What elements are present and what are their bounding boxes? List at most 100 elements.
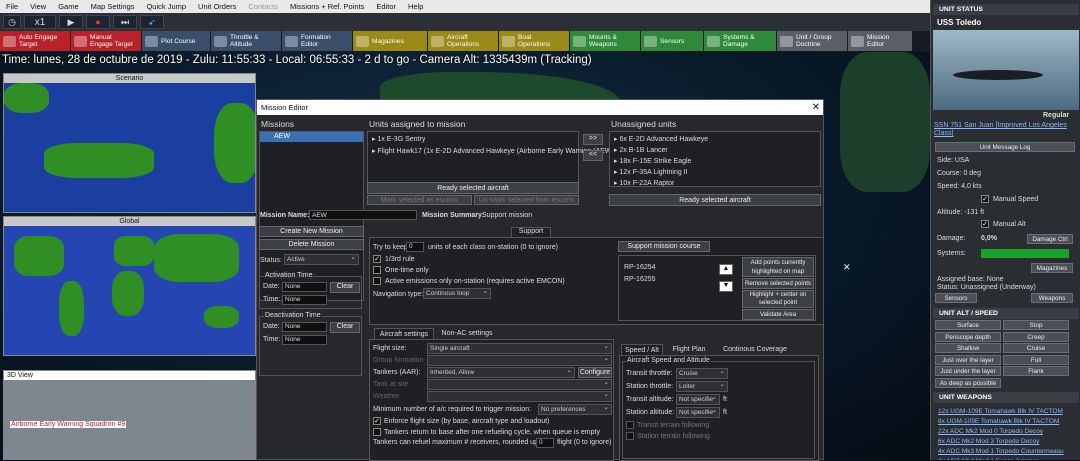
toolbar-button[interactable]: Aircraft Operations xyxy=(428,31,498,51)
status-dropdown[interactable]: Active xyxy=(284,254,359,265)
as-deep-button[interactable]: As deep as possible xyxy=(935,378,1001,388)
toolbar-button[interactable]: Manual Engage Target xyxy=(71,31,141,51)
message-log-button[interactable]: Unit Message Log xyxy=(935,142,1075,152)
menu-item[interactable]: Contacts xyxy=(242,2,284,11)
toolbar-button[interactable]: Throttle & Altitude xyxy=(211,31,281,51)
reference-point-marker[interactable]: ✕ xyxy=(843,262,851,273)
toolbar-button[interactable]: Unit / Group Doctrine xyxy=(777,31,847,51)
weapon-item[interactable]: 6x ADC Mk2 Mod 3 Torpedo Decoy xyxy=(938,438,1039,445)
weapons-button[interactable]: Weapons xyxy=(1031,293,1073,303)
altitude-preset-button[interactable]: Periscope depth xyxy=(935,331,1001,342)
speed-preset-button[interactable]: Stop xyxy=(1003,320,1069,330)
sensors-button[interactable]: Sensors xyxy=(935,293,977,303)
tab-flight-plan[interactable]: Flight Plan xyxy=(667,344,711,355)
unassigned-unit-item[interactable]: ▸ 10x F-22A Raptor xyxy=(614,179,674,187)
remove-points-button[interactable]: Remove selected points xyxy=(742,278,814,289)
close-icon[interactable]: ✕ xyxy=(812,100,820,115)
weapon-item[interactable]: 22x ADC Mk2 Mod 0 Torpedo Decoy xyxy=(938,428,1043,435)
clear-deactivation-button[interactable]: Clear xyxy=(330,322,360,333)
add-points-button[interactable]: Add points currently highlighted on map xyxy=(742,257,814,277)
menu-item[interactable]: Help xyxy=(402,2,429,11)
nav-type-dropdown[interactable]: Continous loop xyxy=(423,288,491,299)
record-icon[interactable]: ● xyxy=(86,15,110,29)
toolbar-button[interactable]: Mission Editor xyxy=(848,31,912,51)
toolbar-button[interactable]: Auto Engage Target xyxy=(0,31,70,51)
menu-item[interactable]: Editor xyxy=(370,2,402,11)
altitude-preset-button[interactable]: Surface xyxy=(935,320,1001,330)
course-point-item[interactable]: RP-16254 xyxy=(624,264,656,271)
scenario-minimap[interactable] xyxy=(4,83,255,212)
weapon-item[interactable]: 4x ADC Mk3 Mod 1 Torpedo Countermeasu xyxy=(938,448,1064,455)
magazines-button[interactable]: Magazines xyxy=(1031,263,1073,273)
ready-aircraft-button[interactable]: Ready selected aircraft xyxy=(367,182,579,194)
active-emissions-checkbox[interactable] xyxy=(373,277,381,285)
altitude-preset-button[interactable]: Shallow xyxy=(935,343,1001,353)
menu-item[interactable]: File xyxy=(0,2,24,11)
min-ac-dropdown[interactable]: No preferences xyxy=(538,404,612,415)
damage-control-button[interactable]: Damage Ctrl xyxy=(1027,234,1073,244)
weather-dropdown[interactable] xyxy=(427,391,612,402)
create-mission-button[interactable]: Create New Mission xyxy=(259,226,364,237)
manual-speed-checkbox[interactable]: ✓ xyxy=(981,195,989,203)
weapon-item[interactable]: 12x UGM-109E Tomahawk Blk IV TACTOM xyxy=(938,408,1063,415)
unit-class-link[interactable]: SSN 751 San Juan [Improved Los Angeles C… xyxy=(934,122,1079,138)
tab-support[interactable]: Support xyxy=(511,227,551,237)
toolbar-button[interactable]: Boat Operations xyxy=(499,31,569,51)
menu-item[interactable]: Quick Jump xyxy=(140,2,192,11)
play-icon[interactable]: ▶ xyxy=(59,15,83,29)
toolbar-button[interactable]: Magazines xyxy=(353,31,427,51)
enforce-flight-checkbox[interactable]: ✓ xyxy=(373,417,381,425)
altitude-preset-button[interactable]: Just over the layer xyxy=(935,354,1001,365)
station-throttle-dropdown[interactable]: Loiter xyxy=(676,381,728,392)
try-keep-input[interactable]: 0 xyxy=(406,242,424,252)
deactivation-date-input[interactable]: None xyxy=(282,322,327,332)
station-altitude-dropdown[interactable]: Not specifie xyxy=(676,407,720,418)
unmark-escorts-button[interactable]: Un-Mark selected from escorts xyxy=(474,195,579,205)
terrain-station-checkbox[interactable] xyxy=(626,432,634,440)
menu-item[interactable]: Missions + Ref. Points xyxy=(284,2,370,11)
tankers-dropdown[interactable]: Inherited, Allow xyxy=(427,367,575,378)
move-left-button[interactable]: << xyxy=(583,150,603,161)
speed-preset-button[interactable]: Cruise xyxy=(1003,343,1069,353)
menu-item[interactable]: Map Settings xyxy=(85,2,141,11)
altitude-preset-button[interactable]: Just under the layer xyxy=(935,366,1001,376)
course-points-list[interactable]: RP-16254 RP-16255 ▲ ▼ Add points current… xyxy=(618,255,816,321)
menu-item[interactable]: Unit Orders xyxy=(192,2,242,11)
activation-time-input[interactable]: None xyxy=(282,295,327,305)
tab-aircraft-settings[interactable]: Aircraft settings xyxy=(374,328,434,339)
assigned-unit-item[interactable]: ▸ Flight Hawk17 (1x E-2D Advanced Hawkey… xyxy=(372,147,616,155)
transit-altitude-dropdown[interactable]: Not specifie xyxy=(676,394,720,405)
transit-throttle-dropdown[interactable]: Cruise xyxy=(676,368,728,379)
configure-button[interactable]: Configure xyxy=(578,367,612,378)
menu-item[interactable]: View xyxy=(24,2,52,11)
tab-nonac-settings[interactable]: Non-AC settings xyxy=(437,328,497,339)
mark-escorts-button[interactable]: Mark selected as escorts xyxy=(367,195,472,205)
toolbar-button[interactable]: Systems & Damage xyxy=(704,31,776,51)
move-right-button[interactable]: >> xyxy=(583,134,603,145)
ready-aircraft-button-2[interactable]: Ready selected aircraft xyxy=(609,194,821,206)
unassigned-units-list[interactable]: ▸ 6x E-2D Advanced Hawkeye ▸ 2x B-1B Lanc… xyxy=(609,131,821,187)
activation-date-input[interactable]: None xyxy=(282,282,327,292)
tab-speed-alt[interactable]: Speed / Alt xyxy=(621,344,663,355)
clock-icon[interactable]: ◷ xyxy=(3,15,21,29)
speed-preset-button[interactable]: Flank xyxy=(1003,366,1069,376)
unassigned-unit-item[interactable]: ▸ 12x F-35A Lightning II xyxy=(614,168,688,176)
assigned-units-list[interactable]: ▸ 1x E-3G Sentry ▸ Flight Hawk17 (1x E-2… xyxy=(367,131,616,186)
weapon-item[interactable]: 8x UGM-109E Tomahawk Blk IV TACTOM xyxy=(938,418,1059,425)
third-rule-checkbox[interactable]: ✓ xyxy=(373,255,381,263)
tab-continuous-coverage[interactable]: Continous Coverage xyxy=(715,344,795,355)
group-formation-dropdown[interactable] xyxy=(427,355,612,366)
clear-activation-button[interactable]: Clear xyxy=(330,282,360,293)
mission-name-input[interactable]: AEW xyxy=(309,210,417,220)
unassigned-unit-item[interactable]: ▸ 18x F-15E Strike Eagle xyxy=(614,157,691,165)
toolbar-button[interactable]: Mounts & Weapons xyxy=(570,31,640,51)
unassigned-unit-item[interactable]: ▸ 6x E-2D Advanced Hawkeye xyxy=(614,135,708,143)
move-up-icon[interactable]: ▲ xyxy=(719,264,733,275)
toolbar-button[interactable]: Plot Course xyxy=(142,31,210,51)
toolbar-button[interactable]: Sensors xyxy=(641,31,703,51)
validate-area-button[interactable]: Validate Area xyxy=(742,309,814,320)
assigned-unit-item[interactable]: ▸ 1x E-3G Sentry xyxy=(372,135,425,143)
menu-item[interactable]: Game xyxy=(52,2,84,11)
course-point-item[interactable]: RP-16255 xyxy=(624,276,656,283)
deactivation-time-input[interactable]: None xyxy=(282,335,327,345)
